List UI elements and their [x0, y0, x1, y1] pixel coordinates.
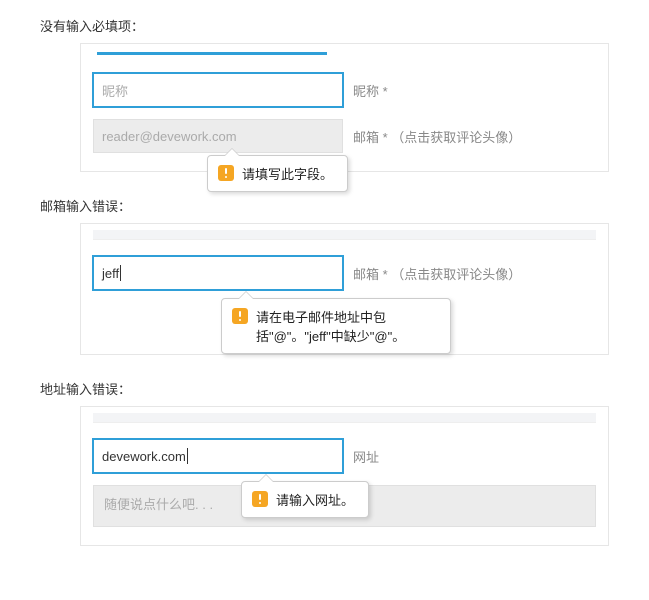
section-title-email-error: 邮箱输入错误：	[40, 196, 639, 215]
email-input-error[interactable]: jeff	[93, 256, 343, 290]
url-value: devework.com	[102, 449, 186, 464]
email-label2: 邮箱 * （点击获取评论头像）	[353, 264, 521, 283]
row-nickname: 昵称 昵称 *	[93, 73, 596, 107]
tooltip-pointer	[238, 291, 254, 299]
validation-tooltip-email: 请在电子邮件地址中包括"@"。"jeff"中缺少"@"。	[221, 298, 451, 354]
warning-icon	[232, 308, 248, 324]
active-tab-indicator	[97, 52, 327, 55]
tooltip-text: 请输入网址。	[276, 490, 354, 509]
email-placeholder: reader@devework.com	[102, 129, 237, 144]
row-url: devework.com 网址 请输入网址。	[93, 439, 596, 473]
section-title-url-error: 地址输入错误：	[40, 379, 639, 398]
warning-icon	[218, 165, 234, 181]
comment-placeholder: 随便说点什么吧. . .	[104, 497, 213, 512]
panel-divider	[93, 230, 596, 240]
url-label: 网址	[353, 447, 379, 466]
tooltip-pointer	[258, 474, 274, 482]
panel-email-error: jeff 邮箱 * （点击获取评论头像） 请在电子邮件地址中包括"@"。"jef…	[80, 223, 609, 355]
email-label: 邮箱 * （点击获取评论头像）	[353, 127, 521, 146]
section-title-required: 没有输入必填项：	[40, 16, 639, 35]
row-email: reader@devework.com 邮箱 * （点击获取评论头像） 请填写此…	[93, 119, 596, 153]
text-caret	[120, 265, 121, 281]
tooltip-pointer	[224, 148, 240, 156]
nickname-input[interactable]: 昵称	[93, 73, 343, 107]
panel-required: 昵称 昵称 * reader@devework.com 邮箱 * （点击获取评论…	[80, 43, 609, 172]
url-input[interactable]: devework.com	[93, 439, 343, 473]
tooltip-text: 请填写此字段。	[242, 164, 333, 183]
panel-divider	[93, 413, 596, 423]
row-email2: jeff 邮箱 * （点击获取评论头像） 请在电子邮件地址中包括"@"。"jef…	[93, 256, 596, 290]
text-caret	[187, 448, 188, 464]
nickname-label: 昵称 *	[353, 81, 388, 100]
tooltip-text: 请在电子邮件地址中包括"@"。"jeff"中缺少"@"。	[256, 307, 436, 345]
validation-tooltip-required: 请填写此字段。	[207, 155, 348, 192]
panel-url-error: devework.com 网址 请输入网址。 随便说点什么吧. . .	[80, 406, 609, 546]
validation-tooltip-url: 请输入网址。	[241, 481, 369, 518]
nickname-placeholder: 昵称	[102, 81, 128, 100]
email-value: jeff	[102, 266, 119, 281]
email-input[interactable]: reader@devework.com	[93, 119, 343, 153]
warning-icon	[252, 491, 268, 507]
